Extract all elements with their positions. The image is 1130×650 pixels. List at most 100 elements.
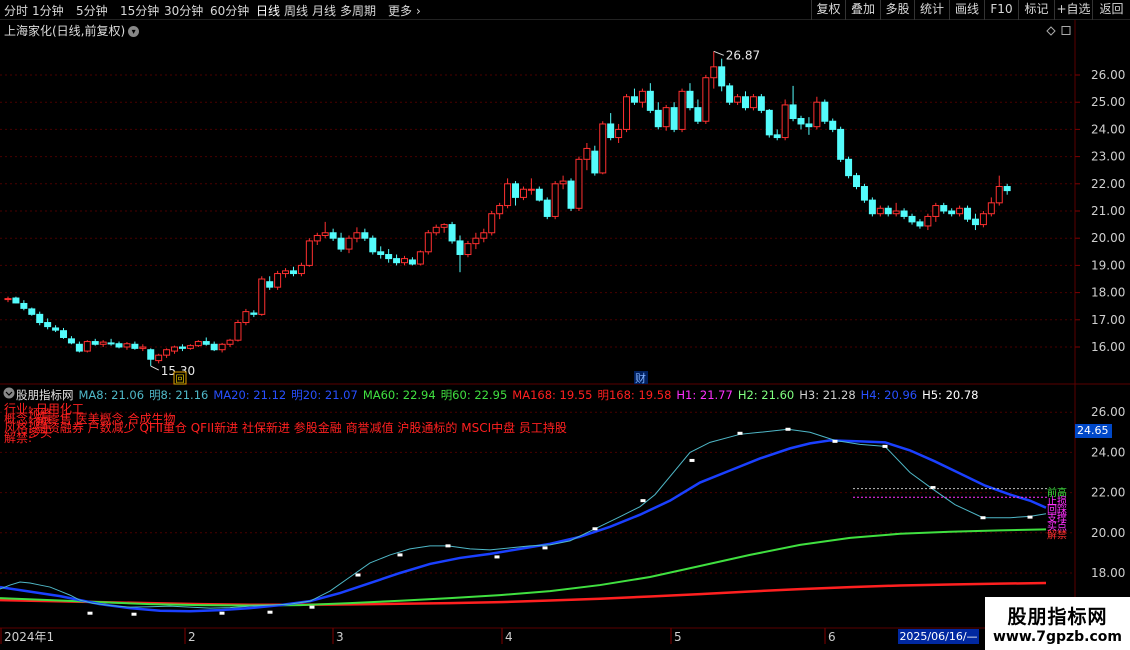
timeframe-4[interactable]: 30分钟 — [164, 2, 203, 19]
diamond-icon — [1046, 26, 1056, 36]
candle-body — [900, 210, 908, 217]
candle-body — [662, 107, 670, 128]
candle-body — [940, 205, 948, 212]
candle-body — [932, 205, 940, 217]
timeframe-5[interactable]: 60分钟 — [210, 2, 249, 19]
timeframe-9[interactable]: 多周期 — [340, 2, 376, 19]
toolbar-button-5[interactable]: F10 — [984, 0, 1018, 20]
candle-body — [853, 175, 861, 188]
candle-body — [551, 183, 559, 217]
lower-y-tick-label: 22.00 — [1091, 486, 1125, 500]
candle-body — [60, 330, 68, 338]
candle-body — [36, 313, 44, 324]
candle-body — [416, 251, 424, 265]
candle-body — [837, 128, 845, 160]
candle-body — [52, 327, 60, 331]
candle-body — [726, 85, 734, 103]
indicator-value: 明8: 21.16 — [149, 388, 209, 402]
toolbar-button-0[interactable]: 复权 — [811, 0, 845, 20]
indicator-value: H5: 20.78 — [922, 388, 979, 402]
candle-body — [448, 224, 456, 242]
candle-body — [512, 183, 520, 198]
x-axis-label: 4 — [505, 630, 513, 644]
lower-y-tick-label: 18.00 — [1091, 566, 1125, 580]
candle-body — [876, 207, 884, 215]
signal-marker — [592, 527, 598, 531]
candle-body — [678, 90, 686, 130]
candle-body — [964, 207, 972, 220]
candle-body — [289, 270, 297, 275]
candle-body — [147, 349, 155, 360]
candle-body — [868, 199, 876, 215]
signal-marker — [689, 458, 695, 462]
toolbar-button-1[interactable]: 叠加 — [845, 0, 880, 20]
candle-body — [599, 123, 607, 174]
timeframe-10[interactable]: 更多 › — [388, 2, 421, 19]
indicator-value: H4: 20.96 — [860, 388, 918, 402]
timeframe-2[interactable]: 5分钟 — [76, 2, 108, 19]
indicator-value: MA20: 21.12 — [213, 388, 287, 402]
candle-body — [107, 342, 115, 345]
signal-marker — [355, 573, 361, 577]
toolbar-button-6[interactable]: 标记 — [1018, 0, 1054, 20]
x-axis-label: 5 — [674, 630, 682, 644]
candle-body — [559, 180, 567, 185]
candle-body — [361, 232, 369, 239]
indicator-value: 明60: 22.95 — [440, 388, 508, 402]
toolbar-button-4[interactable]: 画线 — [949, 0, 984, 20]
candle-body — [575, 158, 583, 209]
stock-title[interactable]: 上海家化(日线,前复权) ▾ — [4, 22, 140, 39]
candle-body — [948, 210, 956, 215]
signal-marker — [87, 611, 93, 615]
indicator-name[interactable]: 股朋指标网 — [16, 388, 74, 402]
signal-marker — [267, 610, 273, 614]
signal-marker — [785, 427, 791, 431]
timeframe-7[interactable]: 周线 — [284, 2, 308, 19]
main-y-tick-label: 24.00 — [1091, 122, 1125, 136]
signal-marker — [1027, 515, 1033, 519]
candle-body — [44, 322, 52, 328]
candle-body — [432, 226, 440, 234]
candle-body — [623, 96, 631, 130]
candle-body — [615, 128, 623, 139]
timeframe-0[interactable]: 分时 — [4, 2, 28, 19]
candle-body — [218, 343, 226, 351]
chart-canvas: 26.8715.30回财 前高止损回踩支撑买点解禁 26.0025.0024.0… — [0, 20, 1130, 644]
candle-body — [194, 341, 202, 347]
toolbar-button-8[interactable]: 返回 — [1092, 0, 1130, 20]
candle-body — [718, 66, 726, 87]
candle-body — [250, 312, 258, 315]
candle-body — [234, 322, 242, 341]
timeframe-8[interactable]: 月线 — [312, 2, 336, 19]
timeframe-6[interactable]: 日线 — [256, 2, 280, 19]
toolbar-button-7[interactable]: +自选 — [1054, 0, 1092, 20]
watermark-title: 股朋指标网 — [1007, 606, 1108, 628]
indicator-values-row: 股朋指标网 MA8: 21.06 明8: 21.16 MA20: 21.12 明20: … — [4, 387, 984, 403]
date-cursor-box: 2025/06/16/— — [898, 629, 979, 644]
timeframe-1[interactable]: 1分钟 — [32, 2, 64, 19]
info-line: 风格: 融资融券 户数减少 QFII重仓 QFII新进 社保新进 参股金融 商誉… — [4, 421, 567, 435]
main-y-tick-label: 18.00 — [1091, 286, 1125, 300]
candle-body — [686, 90, 694, 109]
chevron-down-icon[interactable]: ▾ — [128, 26, 140, 37]
right-signal-label: 解禁 — [1047, 529, 1067, 542]
candle-body — [821, 101, 829, 122]
high-label: 26.87 — [726, 48, 760, 62]
candle-body — [710, 66, 718, 79]
main-y-tick-label: 17.00 — [1091, 313, 1125, 327]
candle-body — [845, 158, 853, 177]
timeframe-3[interactable]: 15分钟 — [120, 2, 159, 19]
chevron-right-icon[interactable]: › — [416, 4, 421, 18]
candle-body — [163, 349, 171, 356]
candle-body — [813, 101, 821, 128]
main-y-tick-label: 22.00 — [1091, 177, 1125, 191]
signal-marker — [219, 611, 225, 615]
candle-body — [979, 213, 987, 226]
candle-body — [337, 237, 345, 250]
candle-body — [67, 338, 75, 344]
toolbar-button-3[interactable]: 统计 — [914, 0, 949, 20]
caijing-badge: 财 — [635, 371, 646, 385]
toolbar-button-2[interactable]: 多股 — [880, 0, 914, 20]
main-y-tick-label: 20.00 — [1091, 231, 1125, 245]
candle-body — [583, 147, 591, 160]
